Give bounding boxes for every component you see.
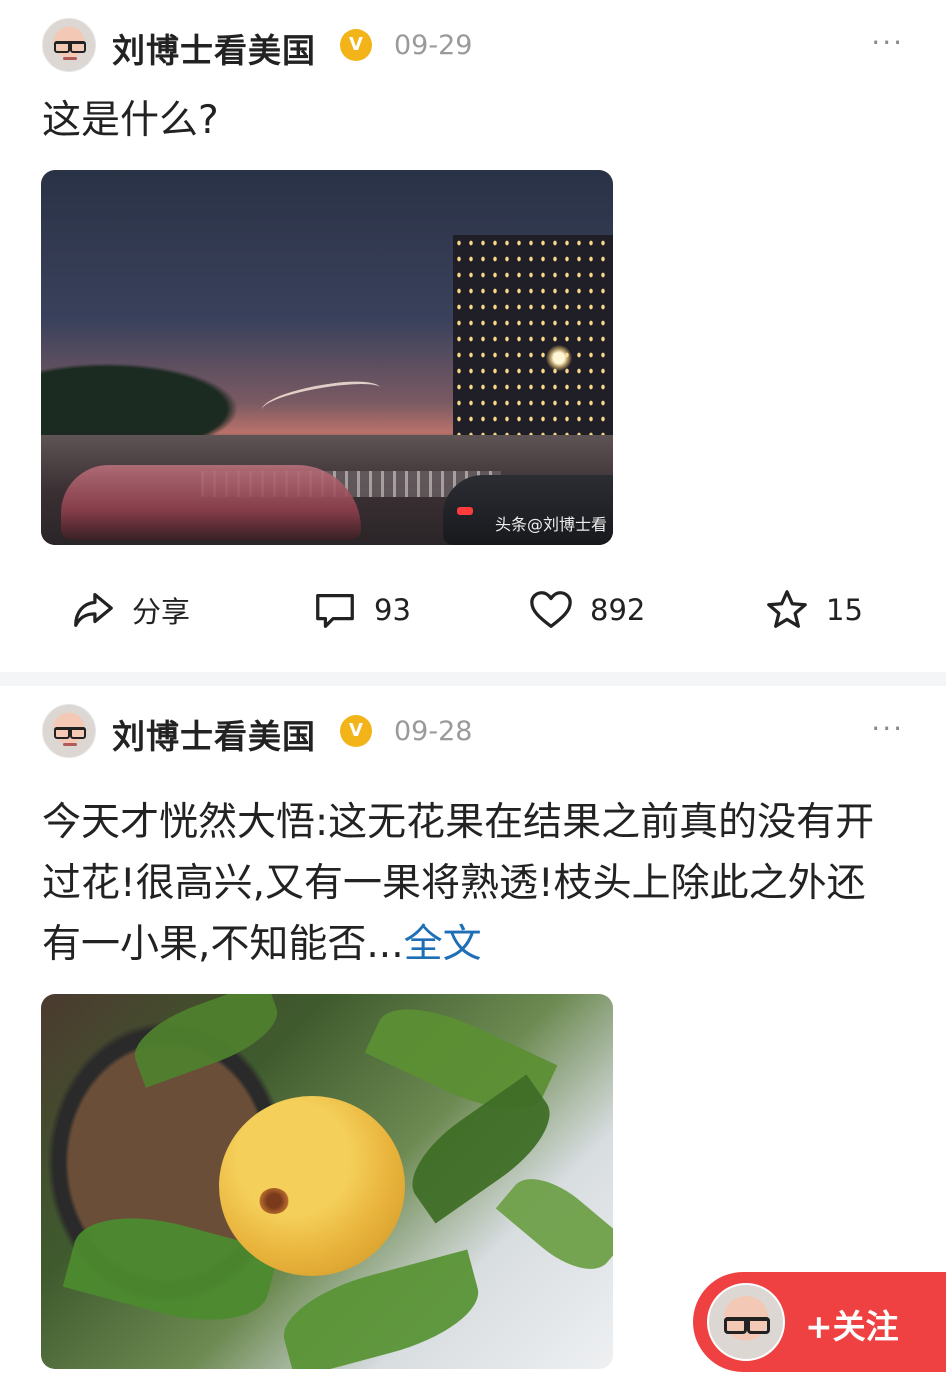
more-icon[interactable]: ···: [871, 26, 904, 59]
favorite-count: 15: [826, 593, 863, 627]
follow-button[interactable]: +关注: [693, 1272, 946, 1372]
favorite-button[interactable]: 15: [764, 580, 863, 640]
author-name[interactable]: 刘博士看美国: [112, 710, 316, 758]
post-divider: [0, 672, 946, 686]
share-icon: [74, 593, 113, 627]
more-icon[interactable]: ···: [871, 712, 904, 745]
post-image[interactable]: 头条@刘博士看: [41, 170, 613, 545]
post-image[interactable]: [41, 994, 613, 1369]
avatar[interactable]: [42, 704, 96, 758]
comment-count: 93: [374, 593, 411, 627]
post-date: 09-29: [394, 30, 473, 61]
avatar[interactable]: [42, 18, 96, 72]
share-button[interactable]: 分享: [70, 580, 190, 640]
action-bar: 分享 93 892 15: [0, 580, 946, 640]
like-count: 892: [590, 593, 646, 627]
post-header: 刘博士看美国 V 09-28 ···: [42, 704, 904, 758]
post-header: 刘博士看美国 V 09-29 ···: [42, 18, 904, 72]
like-button[interactable]: 892: [528, 580, 645, 640]
comment-icon: [316, 593, 354, 628]
avatar: [707, 1283, 785, 1361]
fig-fruit: [219, 1096, 405, 1276]
post-date: 09-28: [394, 716, 473, 747]
post-text[interactable]: 这是什么?: [42, 90, 904, 151]
feed-post[interactable]: 刘博士看美国 V 09-29 ··· 这是什么? 头条@刘博士看 分享 93 8…: [0, 0, 946, 672]
verified-badge-icon: V: [340, 715, 372, 747]
author-name[interactable]: 刘博士看美国: [112, 24, 316, 72]
image-watermark: 头条@刘博士看: [494, 515, 607, 534]
post-text[interactable]: 今天才恍然大悟:这无花果在结果之前真的没有开过花!很高兴,又有一果将熟透!枝头上…: [42, 792, 904, 975]
heart-icon: [530, 591, 572, 628]
follow-label: +关注: [805, 1307, 899, 1346]
comment-button[interactable]: 93: [312, 580, 411, 640]
feed: 刘博士看美国 V 09-29 ··· 这是什么? 头条@刘博士看 分享 93 8…: [0, 0, 946, 1399]
star-icon: [767, 590, 807, 628]
verified-badge-icon: V: [340, 29, 372, 61]
fulltext-link[interactable]: 全文: [404, 922, 482, 967]
share-label: 分享: [132, 595, 191, 629]
